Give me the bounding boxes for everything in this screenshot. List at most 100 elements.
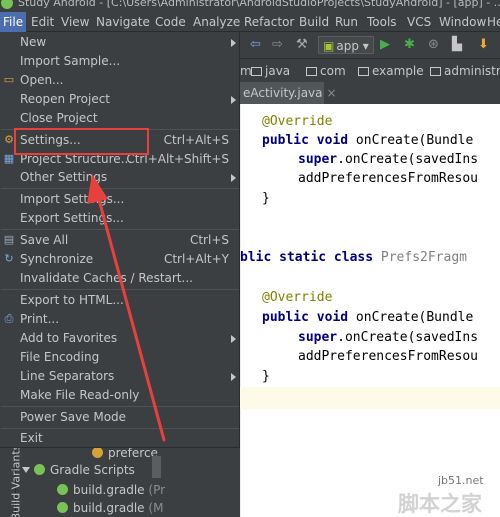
code-line: addPreferencesFromResou (298, 349, 479, 364)
folder-icon: ▭ (3, 73, 15, 86)
forward-icon[interactable]: ⇨ (272, 37, 283, 53)
menu-bar: File Edit View Navigate Code Analyze Ref… (0, 12, 500, 32)
back-icon[interactable]: ⇦ (250, 37, 261, 53)
menu-separator (1, 289, 239, 290)
code-line: super.onCreate(savedIns (298, 152, 479, 167)
run-configuration-select[interactable]: ▣ app ▾ (318, 36, 374, 54)
folder-icon (430, 67, 441, 76)
menu-refactor[interactable]: Refactor (244, 12, 294, 32)
shortcut-label: Ctrl+Alt+S (163, 133, 229, 147)
breadcrumb-item[interactable]: administra (430, 63, 500, 79)
menu-file[interactable]: File (0, 12, 27, 32)
menu-tools[interactable]: Tools (367, 12, 397, 32)
menu-item-new[interactable]: New (0, 33, 240, 52)
menu-build[interactable]: Build (299, 12, 329, 32)
android-studio-icon (1, 0, 13, 9)
shortcut-label: Ctrl+Alt+Y (163, 252, 229, 266)
code-line: @Override (262, 114, 333, 129)
menu-item-invalidate-caches[interactable]: Invalidate Caches / Restart... (0, 269, 240, 288)
tree-item-gradle-scripts[interactable]: Gradle Scripts (22, 462, 135, 478)
current-line-highlight (240, 387, 500, 409)
menu-vcs[interactable]: VCS (407, 12, 431, 32)
build-variants-tab[interactable]: Build Variants (9, 445, 22, 517)
menu-item-other-settings[interactable]: Other Settings (0, 168, 240, 187)
run-icon[interactable]: ▶ (380, 37, 390, 53)
close-icon[interactable]: × (327, 86, 337, 100)
submenu-arrow-icon (231, 174, 236, 182)
submenu-arrow-icon (231, 96, 236, 104)
menu-item-power-save-mode[interactable]: Power Save Mode (0, 408, 240, 427)
code-editor[interactable]: @Override public void onCreate(Bundle su… (240, 104, 500, 517)
code-line: super.onCreate(savedIns (298, 330, 479, 345)
folder-icon (358, 67, 369, 76)
settings-highlight-box (14, 128, 149, 155)
menu-separator (1, 406, 239, 407)
tree-item-build-gradle[interactable]: build.gradle (Pr (57, 482, 165, 498)
menu-item-file-encoding[interactable]: File Encoding (0, 348, 240, 367)
android-icon: ▣ (323, 39, 335, 53)
editor-tab-bar: eActivity.java × (240, 82, 500, 104)
editor-tab[interactable]: eActivity.java × (240, 82, 337, 104)
menu-item-make-read-only[interactable]: Make File Read-only (0, 386, 240, 405)
menu-help[interactable]: He (487, 12, 500, 32)
menu-item-add-to-favorites[interactable]: Add to Favorites (0, 329, 240, 348)
watermark-url: jb51.net (438, 474, 484, 487)
menu-separator (1, 188, 239, 189)
breadcrumb: m java com example administra (240, 58, 500, 82)
menu-item-synchronize[interactable]: ↻ Synchronize Ctrl+Alt+Y (0, 250, 240, 269)
save-icon: ▤ (3, 233, 15, 246)
hammer-icon[interactable]: ⚒ (296, 37, 308, 53)
code-line: public void onCreate(Bundle (262, 310, 474, 325)
file-menu-dropdown: New Import Sample... ▭ Open... Reopen Pro… (0, 32, 240, 448)
scrollbar-thumb[interactable] (152, 456, 161, 478)
stop-icon[interactable]: ▙ (452, 37, 462, 53)
menu-run[interactable]: Run (335, 12, 358, 32)
printer-icon: ⎙ (4, 312, 14, 325)
menu-item-export-settings[interactable]: Export Settings... (0, 209, 240, 228)
tree-item-build-gradle[interactable]: build.gradle (M (57, 500, 163, 516)
menu-item-close-project[interactable]: Close Project (0, 109, 240, 128)
menu-view[interactable]: View (61, 12, 89, 32)
menu-item-line-separators[interactable]: Line Separators (0, 367, 240, 386)
watermark-name: 脚本之家 (398, 492, 482, 516)
expand-icon[interactable] (22, 467, 30, 473)
menu-edit[interactable]: Edit (31, 12, 54, 32)
menu-item-reopen-project[interactable]: Reopen Project (0, 90, 240, 109)
code-line: blic static class Prefs2Fragm (240, 250, 467, 265)
folder-icon (251, 67, 262, 76)
menu-item-print[interactable]: ⎙ Print... (0, 310, 240, 329)
code-line: } (262, 191, 270, 206)
code-line: addPreferencesFromResou (298, 171, 479, 186)
menu-code[interactable]: Code (155, 12, 186, 32)
editor-tab-label: eActivity.java (243, 86, 323, 100)
gradle-icon (34, 464, 45, 475)
menu-item-export-html[interactable]: Export to HTML... (0, 291, 240, 310)
menu-item-import-settings[interactable]: Import Settings... (0, 190, 240, 209)
menu-analyze[interactable]: Analyze (193, 12, 240, 32)
breadcrumb-item[interactable]: java (251, 63, 290, 79)
menu-item-open[interactable]: ▭ Open... (0, 71, 240, 90)
menu-item-save-all[interactable]: ▤ Save All Ctrl+S (0, 231, 240, 250)
menu-navigate[interactable]: Navigate (96, 12, 150, 32)
attach-icon[interactable]: ⊛ (428, 37, 439, 53)
submenu-arrow-icon (231, 335, 236, 343)
menu-window[interactable]: Window (439, 12, 486, 32)
breadcrumb-item[interactable]: m (240, 63, 252, 79)
sdk-manager-icon[interactable]: ⬇ (478, 37, 489, 53)
debug-icon[interactable]: ✱ (404, 37, 415, 53)
window-title: Study Android - [C:\Users\Administrator\… (18, 0, 500, 9)
code-line: public void onCreate(Bundle (262, 133, 474, 148)
side-tool-strip: Build Variants (0, 445, 22, 517)
gutter-divider (240, 104, 241, 517)
main-toolbar: ⇦ ⇨ ⚒ ▣ app ▾ ▶ ✱ ⊛ ▙ ⬇ (240, 32, 500, 58)
menu-item-exit[interactable]: Exit (0, 429, 240, 448)
breadcrumb-item[interactable]: example (358, 63, 424, 79)
code-line: } (262, 369, 270, 384)
menu-item-import-sample[interactable]: Import Sample... (0, 52, 240, 71)
folder-icon (306, 67, 317, 76)
menu-separator (1, 229, 239, 230)
shortcut-label: Ctrl+S (189, 233, 229, 247)
breadcrumb-item[interactable]: com (306, 63, 346, 79)
sync-icon: ↻ (4, 252, 14, 265)
title-bar: Study Android - [C:\Users\Administrator\… (0, 0, 500, 12)
